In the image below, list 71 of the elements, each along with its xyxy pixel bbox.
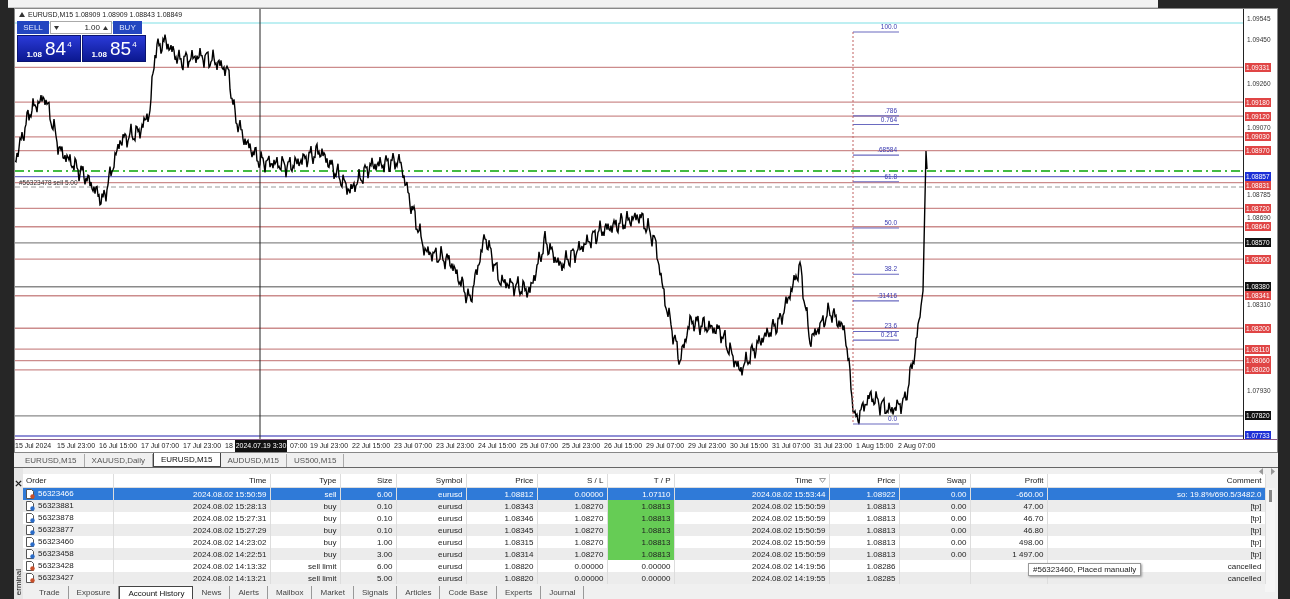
panel-tab[interactable]: Mailbox (267, 586, 313, 599)
document-icon (26, 573, 35, 583)
column-header[interactable]: Profit (970, 474, 1047, 488)
right-arrow-icon[interactable] (1270, 468, 1275, 475)
table-cell: 2024.08.02 14:13:21 (113, 572, 270, 584)
table-cell: 56323458 (38, 549, 74, 559)
triangle-icon (19, 12, 25, 17)
scrollbar-thumb[interactable] (1268, 490, 1272, 502)
table-cell: 56323466 (38, 489, 74, 499)
column-header[interactable]: Size (340, 474, 396, 488)
document-icon (26, 561, 35, 571)
table-row[interactable]: 56323458 2024.08.02 14:22:51 buy 3.00 eurusd 1.08314 1.08270 1.08813 2024.08.02 15:50:59 1.08813 0.00 1 497.00 [tp] (23, 548, 1265, 560)
table-cell: 1.08285 (829, 572, 899, 584)
panel-tab[interactable]: Account History (119, 586, 194, 599)
column-header[interactable]: Symbol (396, 474, 466, 488)
panel-tab[interactable]: Journal (541, 586, 585, 599)
table-cell: eurusd (396, 572, 466, 584)
panel-tab[interactable]: Trade (31, 586, 69, 599)
column-header[interactable]: Price (829, 474, 899, 488)
buy-button[interactable]: BUY (113, 21, 142, 34)
panel-tab[interactable]: Code Base (440, 586, 497, 599)
column-header[interactable]: T / P (607, 474, 674, 488)
table-cell: 56323460 (38, 537, 74, 547)
document-icon (26, 513, 35, 523)
panel-tab[interactable]: Articles (397, 586, 441, 599)
column-header[interactable]: Type (270, 474, 340, 488)
panel-tab[interactable]: Experts (497, 586, 542, 599)
table-cell: 5.00 (340, 572, 396, 584)
column-header[interactable]: S / L (537, 474, 607, 488)
column-header[interactable]: Swap (899, 474, 970, 488)
table-cell: 1.08813 (607, 512, 674, 524)
table-cell: 2024.08.02 14:19:55 (674, 572, 829, 584)
column-header[interactable]: Comment (1047, 474, 1265, 488)
table-cell: 1.08813 (607, 536, 674, 548)
table-cell: 56323428 (38, 561, 74, 571)
table-cell: 0.00000 (607, 572, 674, 584)
table-cell: sell limit (270, 572, 340, 584)
table-cell: 1.08813 (607, 524, 674, 536)
table-cell: 1.08820 (466, 572, 537, 584)
document-icon (26, 549, 35, 559)
document-icon (26, 501, 35, 511)
column-header[interactable]: Time (795, 476, 813, 485)
panel-tab[interactable]: News (193, 586, 231, 599)
table-cell: 56323877 (38, 525, 74, 535)
chart-tab[interactable]: EURUSD,M15 (152, 453, 221, 467)
scrollbar[interactable] (1265, 488, 1275, 592)
table-cell: 56323427 (38, 573, 74, 583)
document-icon (26, 525, 35, 535)
table-row[interactable]: 56323881 2024.08.02 15:28:13 buy 0.10 eurusd 1.08343 1.08270 1.08813 2024.08.02 15:50:59 1.08813 0.00 47.00 [tp] (23, 500, 1265, 512)
tooltip: #56323460, Placed manually (1028, 563, 1142, 576)
document-icon (26, 537, 35, 547)
lot-field[interactable]: 1.00 (50, 21, 112, 34)
table-cell: 56323878 (38, 513, 74, 523)
document-icon (26, 489, 35, 499)
table-cell: 56323881 (38, 501, 74, 511)
table-cell: 1.08813 (607, 548, 674, 560)
column-header[interactable]: Order (23, 474, 113, 488)
sell-button[interactable]: SELL (17, 21, 49, 34)
close-icon[interactable] (15, 480, 22, 487)
left-arrow-icon[interactable] (1259, 468, 1264, 475)
panel-tab[interactable]: Alerts (230, 586, 268, 599)
table-cell: 1.08813 (607, 500, 674, 512)
down-arrow-icon (54, 25, 59, 30)
up-arrow-icon (103, 25, 108, 30)
column-header[interactable]: Time (113, 474, 270, 488)
panel-title: erminal (14, 568, 23, 595)
table-row[interactable]: 56323877 2024.08.02 15:27:29 buy 0.10 eurusd 1.08345 1.08270 1.08813 2024.08.02 15:50:59 1.08813 0.00 46.80 [tp] (23, 524, 1265, 536)
panel-tab[interactable]: Signals (353, 586, 398, 599)
table-cell: 0.00000 (537, 572, 607, 584)
column-header[interactable]: Price (466, 474, 537, 488)
panel-tab[interactable]: Market (312, 586, 354, 599)
